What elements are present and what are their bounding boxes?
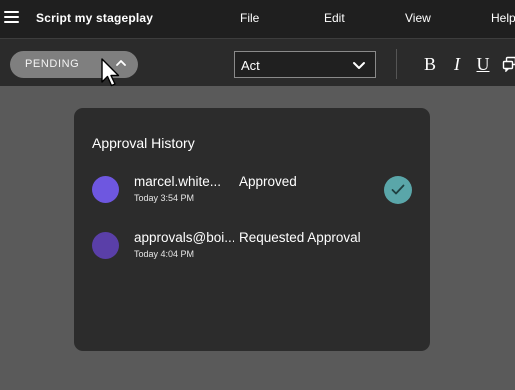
menu-edit[interactable]: Edit — [324, 11, 345, 25]
italic-icon: I — [454, 54, 460, 74]
hamburger-menu-icon[interactable] — [4, 11, 20, 23]
menu-view[interactable]: View — [405, 11, 431, 25]
toolbar: PENDING Act B I U — [0, 38, 515, 86]
bold-button[interactable]: B — [420, 53, 440, 75]
menu-bar: Script my stageplay File Edit View Help — [0, 0, 515, 38]
approval-entry: approvals@boi... Today 4:04 PM Requested… — [74, 228, 430, 268]
act-select[interactable]: Act — [234, 51, 376, 78]
chevron-down-icon — [353, 62, 365, 69]
entry-action: Approved — [239, 174, 297, 189]
entry-user: marcel.white... — [134, 174, 222, 189]
status-dropdown[interactable]: PENDING — [10, 51, 138, 78]
menu-file[interactable]: File — [240, 11, 259, 25]
avatar — [92, 232, 119, 259]
approved-check-badge — [384, 176, 412, 204]
panel-title: Approval History — [92, 135, 195, 151]
underline-icon: U — [476, 54, 490, 74]
approval-entry: marcel.white... Today 3:54 PM Approved — [74, 172, 430, 212]
entry-action: Requested Approval — [239, 230, 361, 245]
entry-time: Today 3:54 PM — [134, 193, 195, 203]
underline-button[interactable]: U — [473, 53, 493, 75]
bold-icon: B — [423, 54, 436, 74]
app-title: Script my stageplay — [36, 11, 154, 25]
avatar — [92, 176, 119, 203]
menu-help[interactable]: Help — [491, 11, 515, 25]
entry-time: Today 4:04 PM — [134, 249, 195, 259]
italic-button[interactable]: I — [447, 53, 467, 75]
approval-history-panel: Approval History marcel.white... Today 3… — [74, 108, 430, 351]
status-label: PENDING — [25, 58, 80, 70]
act-select-value: Act — [241, 58, 260, 73]
entry-user: approvals@boi... — [134, 230, 234, 245]
comment-icon — [502, 56, 515, 73]
comment-button[interactable] — [500, 53, 515, 75]
checkmark-icon — [391, 184, 405, 195]
toolbar-divider — [396, 49, 397, 79]
chevron-up-icon — [116, 60, 126, 66]
